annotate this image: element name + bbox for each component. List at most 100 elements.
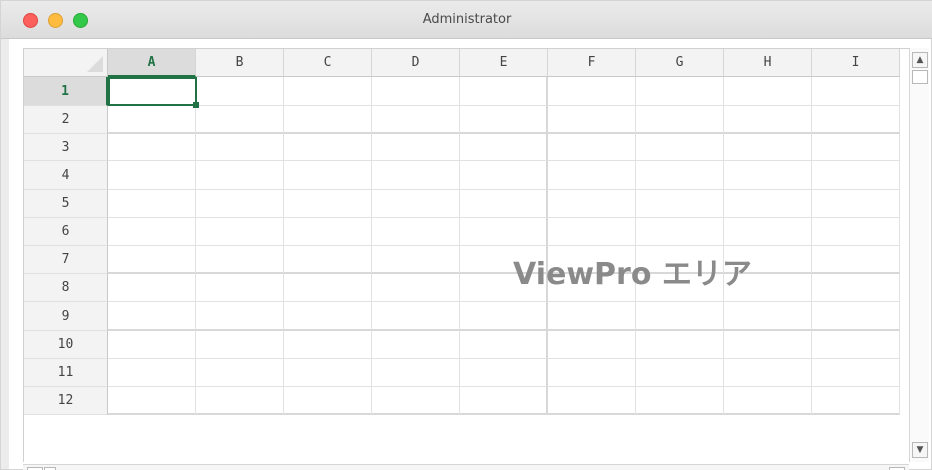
cell-a1[interactable] — [108, 77, 196, 106]
cell-g3[interactable] — [636, 134, 724, 161]
cell-c2[interactable] — [284, 106, 372, 134]
cell-h12[interactable] — [724, 387, 812, 415]
column-header-c[interactable]: C — [284, 49, 372, 77]
cell-i12[interactable] — [812, 387, 900, 415]
cell-e9[interactable] — [460, 302, 548, 331]
cell-f3[interactable] — [548, 134, 636, 161]
cell-g6[interactable] — [636, 218, 724, 246]
cell-h3[interactable] — [724, 134, 812, 161]
cell-d11[interactable] — [372, 359, 460, 387]
cell-b8[interactable] — [196, 274, 284, 302]
cell-i10[interactable] — [812, 331, 900, 359]
cell-e12[interactable] — [460, 387, 548, 415]
cell-i9[interactable] — [812, 302, 900, 331]
cell-h1[interactable] — [724, 77, 812, 106]
cell-c11[interactable] — [284, 359, 372, 387]
cell-g5[interactable] — [636, 190, 724, 218]
cell-a4[interactable] — [108, 161, 196, 190]
cell-b6[interactable] — [196, 218, 284, 246]
row-header-5[interactable]: 5 — [24, 190, 108, 218]
cell-d9[interactable] — [372, 302, 460, 331]
cell-b5[interactable] — [196, 190, 284, 218]
cell-b1[interactable] — [196, 77, 284, 106]
cell-c12[interactable] — [284, 387, 372, 415]
cell-d4[interactable] — [372, 161, 460, 190]
cell-e6[interactable] — [460, 218, 548, 246]
cell-d2[interactable] — [372, 106, 460, 134]
cell-a9[interactable] — [108, 302, 196, 331]
cell-c5[interactable] — [284, 190, 372, 218]
cell-h9[interactable] — [724, 302, 812, 331]
cell-e2[interactable] — [460, 106, 548, 134]
cell-c9[interactable] — [284, 302, 372, 331]
cell-a12[interactable] — [108, 387, 196, 415]
cell-e4[interactable] — [460, 161, 548, 190]
cell-h5[interactable] — [724, 190, 812, 218]
cell-e1[interactable] — [460, 77, 548, 106]
row-header-10[interactable]: 10 — [24, 331, 108, 359]
column-header-d[interactable]: D — [372, 49, 460, 77]
cell-a3[interactable] — [108, 134, 196, 161]
cell-d7[interactable] — [372, 246, 460, 274]
cell-f5[interactable] — [548, 190, 636, 218]
cell-c7[interactable] — [284, 246, 372, 274]
cell-a2[interactable] — [108, 106, 196, 134]
row-header-9[interactable]: 9 — [24, 302, 108, 331]
cell-f2[interactable] — [548, 106, 636, 134]
cell-g2[interactable] — [636, 106, 724, 134]
vertical-scrollbar[interactable]: ▲ ▼ — [909, 48, 929, 462]
cell-d3[interactable] — [372, 134, 460, 161]
cell-h6[interactable] — [724, 218, 812, 246]
cell-b11[interactable] — [196, 359, 284, 387]
cell-b2[interactable] — [196, 106, 284, 134]
cell-h2[interactable] — [724, 106, 812, 134]
cell-h10[interactable] — [724, 331, 812, 359]
cell-c4[interactable] — [284, 161, 372, 190]
cell-a11[interactable] — [108, 359, 196, 387]
cell-i2[interactable] — [812, 106, 900, 134]
cell-c6[interactable] — [284, 218, 372, 246]
row-header-2[interactable]: 2 — [24, 106, 108, 134]
cell-g12[interactable] — [636, 387, 724, 415]
cell-b9[interactable] — [196, 302, 284, 331]
cell-i3[interactable] — [812, 134, 900, 161]
cell-h4[interactable] — [724, 161, 812, 190]
column-header-i[interactable]: I — [812, 49, 900, 77]
cell-f1[interactable] — [548, 77, 636, 106]
row-header-6[interactable]: 6 — [24, 218, 108, 246]
column-header-a[interactable]: A — [108, 49, 196, 77]
row-header-12[interactable]: 12 — [24, 387, 108, 415]
column-header-e[interactable]: E — [460, 49, 548, 77]
column-header-f[interactable]: F — [548, 49, 636, 77]
column-header-g[interactable]: G — [636, 49, 724, 77]
spreadsheet-grid[interactable]: ABCDEFGHI 1 2 3 4 5 6 7 8 9 10 11 12 — [23, 48, 909, 462]
cell-g11[interactable] — [636, 359, 724, 387]
row-header-3[interactable]: 3 — [24, 134, 108, 161]
cell-b3[interactable] — [196, 134, 284, 161]
cell-d5[interactable] — [372, 190, 460, 218]
select-all-corner[interactable] — [24, 49, 108, 77]
triangle-up-icon[interactable]: ▲ — [912, 52, 928, 68]
cell-a7[interactable] — [108, 246, 196, 274]
cell-i11[interactable] — [812, 359, 900, 387]
cell-c8[interactable] — [284, 274, 372, 302]
cell-f12[interactable] — [548, 387, 636, 415]
cell-i4[interactable] — [812, 161, 900, 190]
row-header-8[interactable]: 8 — [24, 274, 108, 302]
cell-c1[interactable] — [284, 77, 372, 106]
cell-d6[interactable] — [372, 218, 460, 246]
cell-f6[interactable] — [548, 218, 636, 246]
vertical-scroll-thumb[interactable] — [912, 70, 928, 84]
cell-e5[interactable] — [460, 190, 548, 218]
column-header-b[interactable]: B — [196, 49, 284, 77]
cell-d10[interactable] — [372, 331, 460, 359]
cell-c10[interactable] — [284, 331, 372, 359]
cell-g10[interactable] — [636, 331, 724, 359]
row-header-4[interactable]: 4 — [24, 161, 108, 190]
cell-e11[interactable] — [460, 359, 548, 387]
cell-i5[interactable] — [812, 190, 900, 218]
cell-e3[interactable] — [460, 134, 548, 161]
cell-f11[interactable] — [548, 359, 636, 387]
cell-a5[interactable] — [108, 190, 196, 218]
cell-d8[interactable] — [372, 274, 460, 302]
